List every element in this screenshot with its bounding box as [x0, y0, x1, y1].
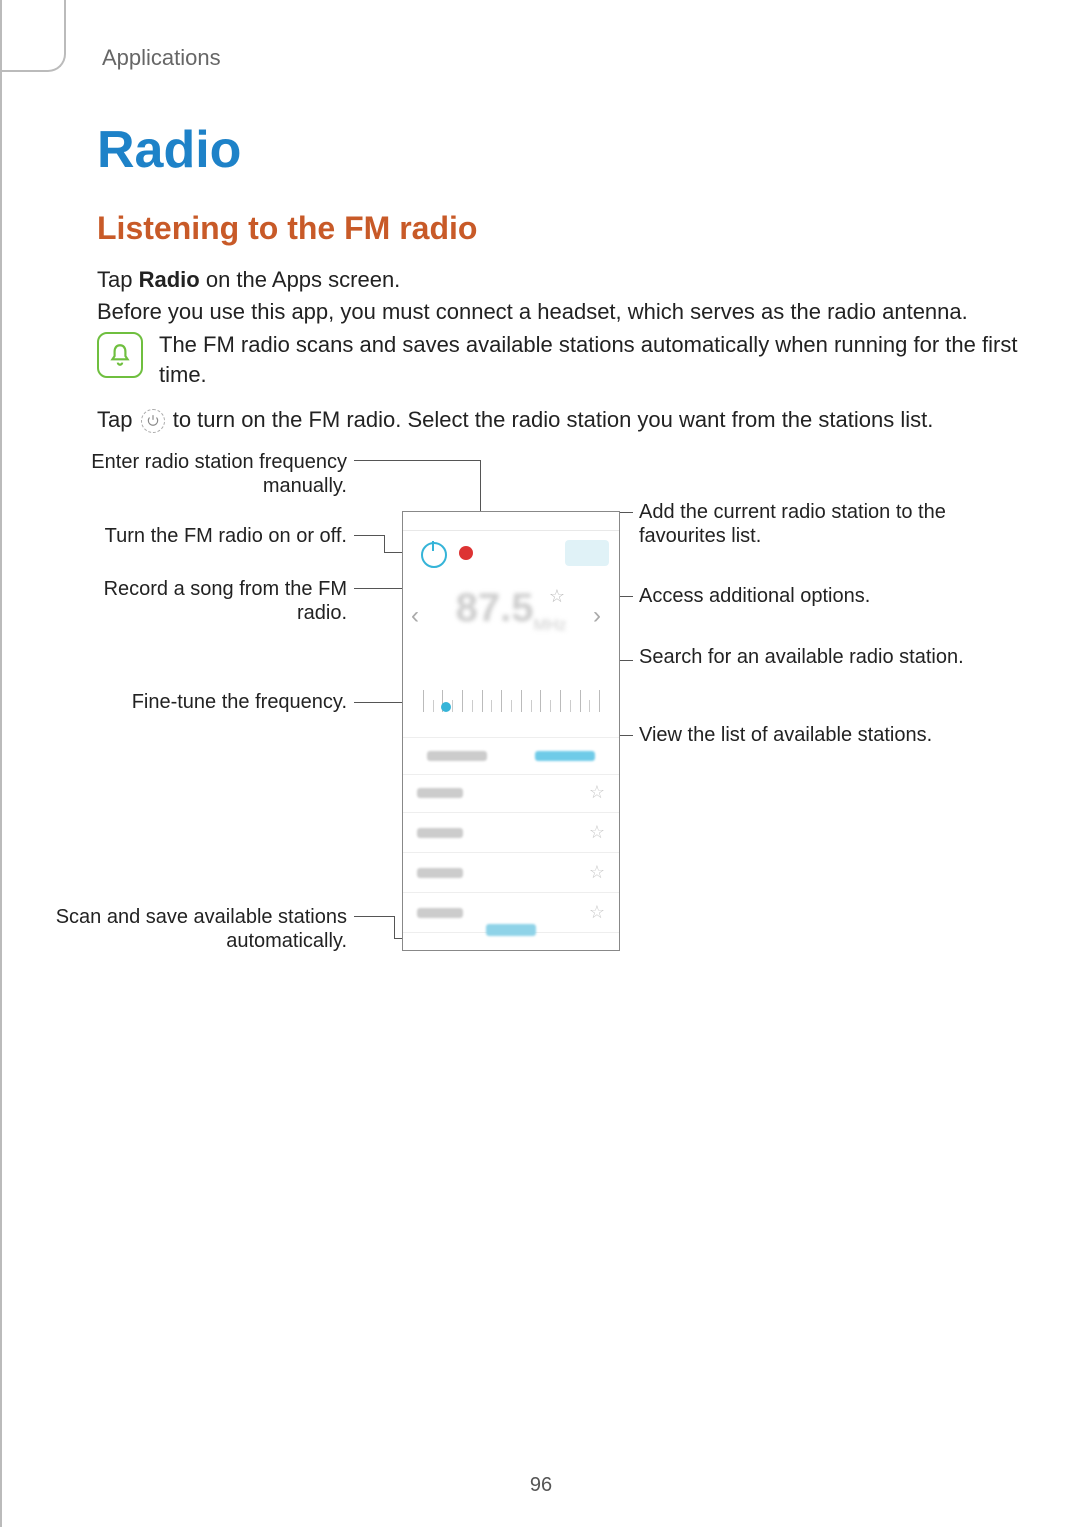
page-corner-decoration: [2, 0, 66, 72]
bold-text: Radio: [139, 267, 200, 292]
frequency-value: 87.5: [456, 586, 534, 630]
manual-page: Applications Radio Listening to the FM r…: [0, 0, 1080, 1527]
paragraph-2: Before you use this app, you must connec…: [97, 297, 1020, 327]
text: Tap: [97, 407, 139, 432]
paragraph-1: Tap Radio on the Apps screen.: [97, 265, 1020, 295]
frequency-dial[interactable]: [413, 672, 609, 712]
leader-line: [394, 916, 395, 938]
station-list: ☆ ☆ ☆ ☆: [403, 773, 619, 933]
callout-record: Record a song from the FM radio.: [52, 577, 347, 625]
callout-finetune: Fine-tune the frequency.: [52, 690, 347, 714]
frequency-display-row: ‹ 87.5MHz ☆ ›: [403, 578, 619, 646]
stations-tab[interactable]: [511, 738, 619, 774]
paragraph-3: Tap to turn on the FM radio. Select the …: [97, 405, 1020, 435]
frequency-unit: MHz: [533, 617, 566, 634]
section-header: Applications: [102, 45, 221, 71]
callout-options: Access additional options.: [639, 584, 999, 608]
dial-indicator: [441, 702, 451, 712]
leader-line: [354, 535, 384, 536]
seek-down-button[interactable]: ‹: [411, 602, 429, 620]
list-item[interactable]: ☆: [403, 853, 619, 893]
bell-icon: [97, 332, 143, 378]
status-bar: [403, 512, 619, 531]
callout-scan: Scan and save available stations automat…: [52, 905, 347, 953]
star-icon[interactable]: ☆: [589, 822, 605, 843]
callout-onoff: Turn the FM radio on or off.: [52, 524, 347, 548]
note-text: The FM radio scans and saves available s…: [159, 330, 1020, 390]
callout-list: View the list of available stations.: [639, 723, 999, 747]
radio-app-screenshot: ‹ 87.5MHz ☆ ›: [402, 511, 620, 951]
power-button[interactable]: [421, 542, 447, 568]
text: to turn on the FM radio. Select the radi…: [173, 407, 934, 432]
top-controls: [403, 532, 619, 574]
seek-up-button[interactable]: ›: [593, 602, 611, 620]
list-item[interactable]: ☆: [403, 773, 619, 813]
callout-favourite: Add the current radio station to the fav…: [639, 500, 999, 548]
star-icon[interactable]: ☆: [589, 782, 605, 803]
callout-manual-freq: Enter radio station frequency manually.: [52, 450, 347, 498]
list-item[interactable]: ☆: [403, 813, 619, 853]
text: on the Apps screen.: [200, 267, 401, 292]
more-options-button[interactable]: [565, 540, 609, 566]
note-callout: The FM radio scans and saves available s…: [97, 330, 1020, 390]
station-tabs: [403, 737, 619, 775]
leader-line: [354, 460, 480, 461]
page-title: Radio: [97, 120, 241, 180]
record-button[interactable]: [459, 546, 473, 560]
power-icon: [141, 409, 165, 433]
leader-line: [384, 535, 385, 552]
favourites-tab[interactable]: [403, 738, 511, 774]
page-number: 96: [2, 1474, 1080, 1497]
callout-search: Search for an available radio station.: [639, 645, 999, 669]
favourite-star-icon[interactable]: ☆: [549, 586, 565, 607]
star-icon[interactable]: ☆: [589, 862, 605, 883]
text: Tap: [97, 267, 139, 292]
page-subtitle: Listening to the FM radio: [97, 210, 477, 247]
scan-button[interactable]: [403, 916, 619, 944]
radio-diagram: Enter radio station frequency manually. …: [52, 450, 1032, 1000]
leader-line: [354, 916, 394, 917]
